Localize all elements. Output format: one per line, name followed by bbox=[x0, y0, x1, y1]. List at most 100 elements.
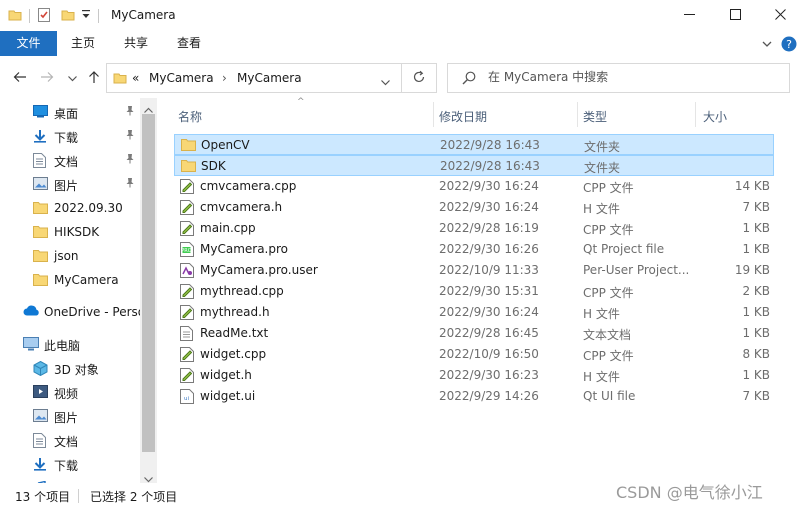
column-header-label: 大小 bbox=[703, 110, 728, 124]
file-size: 1 KB bbox=[742, 326, 770, 340]
refresh-button[interactable] bbox=[401, 63, 437, 93]
file-name: SDK bbox=[201, 159, 226, 173]
file-name: cmvcamera.cpp bbox=[200, 179, 297, 193]
file-row[interactable]: ui widget.ui 2022/9/29 14:26 Qt UI file 7 KB bbox=[174, 386, 774, 407]
file-date: 2022/9/29 14:26 bbox=[439, 389, 539, 403]
file-date: 2022/9/28 16:45 bbox=[439, 326, 539, 340]
chevron-down-icon bbox=[67, 71, 77, 85]
sidebar-item-文档[interactable]: 文档 bbox=[0, 428, 140, 452]
sidebar-item-hiksdk[interactable]: HIKSDK bbox=[0, 220, 140, 244]
sidebar-item-文档[interactable]: 文档 bbox=[0, 148, 140, 172]
file-name: ReadMe.txt bbox=[200, 326, 269, 340]
file-name: cmvcamera.h bbox=[200, 200, 283, 214]
file-row[interactable]: widget.h 2022/9/30 16:23 H 文件 1 KB bbox=[174, 365, 774, 386]
file-date: 2022/9/30 16:24 bbox=[439, 179, 539, 193]
navigation-scrollbar[interactable] bbox=[140, 98, 157, 483]
sidebar-item-图片[interactable]: 图片 bbox=[0, 404, 140, 428]
sidebar-item-label: json bbox=[54, 249, 79, 263]
sidebar-item-onedrive-perso[interactable]: OneDrive - Perso bbox=[0, 300, 145, 324]
breadcrumb-overflow[interactable]: « bbox=[132, 71, 139, 85]
pictures-icon bbox=[33, 177, 48, 191]
search-input[interactable] bbox=[488, 70, 768, 84]
file-row[interactable]: MyCamera.pro.user 2022/10/9 11:33 Per-User… bbox=[174, 260, 774, 281]
sidebar-item-label: 3D 对象 bbox=[54, 363, 99, 377]
sidebar-item-此电脑[interactable]: 此电脑 bbox=[0, 332, 140, 356]
sidebar-item-下载[interactable]: 下载 bbox=[0, 124, 140, 148]
file-row[interactable]: PRO MyCamera.pro 2022/9/30 16:26 Qt Project… bbox=[174, 239, 774, 260]
column-header-size[interactable]: 大小 bbox=[703, 102, 779, 127]
scrollbar-thumb[interactable] bbox=[142, 114, 155, 452]
address-bar[interactable]: « MyCamera › MyCamera bbox=[106, 63, 437, 93]
sidebar-item-视频[interactable]: 视频 bbox=[0, 380, 140, 404]
file-list: ^ 名称 修改日期 类型 大小 OpenCV 2022/9/28 16:43 文件夹… bbox=[157, 97, 803, 483]
file-row[interactable]: SDK 2022/9/28 16:43 文件夹 bbox=[174, 155, 774, 176]
sidebar-item-下载[interactable]: 下载 bbox=[0, 452, 140, 476]
pin-icon[interactable] bbox=[125, 105, 135, 119]
folder-icon bbox=[33, 249, 48, 263]
file-row[interactable]: cmvcamera.cpp 2022/9/30 16:24 CPP 文件 14 KB bbox=[174, 176, 774, 197]
h-file-icon bbox=[180, 368, 194, 383]
file-date: 2022/9/28 16:43 bbox=[440, 138, 540, 152]
file-type: 文本文档 bbox=[583, 328, 632, 342]
this-pc-icon bbox=[23, 337, 39, 351]
column-header-label: 修改日期 bbox=[439, 110, 488, 124]
minimize-button[interactable] bbox=[666, 0, 712, 31]
address-history-dropdown[interactable] bbox=[381, 75, 390, 89]
folder-icon bbox=[113, 71, 127, 88]
tab-view[interactable]: 查看 bbox=[166, 31, 212, 56]
documents-icon bbox=[33, 433, 48, 448]
sidebar-item-mycamera[interactable]: MyCamera bbox=[0, 268, 140, 292]
back-button[interactable] bbox=[11, 69, 29, 87]
pin-icon[interactable] bbox=[125, 177, 135, 191]
new-folder-icon[interactable] bbox=[61, 8, 75, 25]
tab-share[interactable]: 共享 bbox=[113, 31, 159, 56]
sidebar-item-label: 桌面 bbox=[54, 107, 79, 121]
file-name: mythread.cpp bbox=[200, 284, 284, 298]
recent-locations-button[interactable] bbox=[63, 69, 81, 87]
cpp-file-icon bbox=[180, 179, 194, 194]
file-size: 1 KB bbox=[742, 242, 770, 256]
file-row[interactable]: ReadMe.txt 2022/9/28 16:45 文本文档 1 KB bbox=[174, 323, 774, 344]
sidebar-item-音乐[interactable]: 音乐 bbox=[0, 476, 140, 483]
download-icon bbox=[33, 129, 48, 143]
pin-icon[interactable] bbox=[125, 129, 135, 143]
customize-toolbar-icon[interactable] bbox=[81, 9, 91, 24]
breadcrumb-item[interactable]: MyCamera bbox=[149, 71, 214, 85]
maximize-button[interactable] bbox=[712, 0, 758, 31]
forward-button[interactable] bbox=[38, 69, 56, 87]
tab-home[interactable]: 主页 bbox=[60, 31, 106, 56]
file-row[interactable]: OpenCV 2022/9/28 16:43 文件夹 bbox=[174, 134, 774, 155]
pin-icon[interactable] bbox=[125, 153, 135, 167]
file-date: 2022/9/30 16:24 bbox=[439, 305, 539, 319]
file-row[interactable]: main.cpp 2022/9/28 16:19 CPP 文件 1 KB bbox=[174, 218, 774, 239]
column-header-type[interactable]: 类型 bbox=[583, 102, 695, 127]
sidebar-item-3d-对象[interactable]: 3D 对象 bbox=[0, 356, 140, 380]
sidebar-item-json[interactable]: json bbox=[0, 244, 140, 268]
search-box[interactable] bbox=[447, 63, 790, 93]
onedrive-icon bbox=[23, 305, 39, 319]
sidebar-item-图片[interactable]: 图片 bbox=[0, 172, 140, 196]
file-row[interactable]: mythread.h 2022/9/30 16:24 H 文件 1 KB bbox=[174, 302, 774, 323]
breadcrumb-separator-icon[interactable]: › bbox=[222, 71, 227, 85]
file-type: 文件夹 bbox=[584, 161, 621, 175]
file-row[interactable]: cmvcamera.h 2022/9/30 16:24 H 文件 7 KB bbox=[174, 197, 774, 218]
close-button[interactable] bbox=[757, 0, 803, 31]
help-icon[interactable]: ? bbox=[781, 36, 797, 55]
file-name: MyCamera.pro.user bbox=[200, 263, 318, 277]
file-type: Qt Project file bbox=[583, 242, 665, 256]
column-header-date[interactable]: 修改日期 bbox=[439, 102, 577, 127]
file-type: CPP 文件 bbox=[583, 286, 634, 300]
file-row[interactable]: widget.cpp 2022/10/9 16:50 CPP 文件 8 KB bbox=[174, 344, 774, 365]
qt-user-file-icon bbox=[180, 263, 194, 278]
column-header-name[interactable]: 名称 bbox=[178, 102, 433, 127]
scroll-down-icon[interactable] bbox=[144, 472, 153, 486]
up-button[interactable] bbox=[85, 69, 103, 87]
tab-file[interactable]: 文件 bbox=[0, 31, 57, 56]
cpp-file-icon bbox=[180, 284, 194, 299]
breadcrumb-item[interactable]: MyCamera bbox=[237, 71, 302, 85]
file-row[interactable]: mythread.cpp 2022/9/30 15:31 CPP 文件 2 KB bbox=[174, 281, 774, 302]
properties-icon[interactable] bbox=[37, 7, 51, 26]
expand-ribbon-icon[interactable] bbox=[762, 38, 772, 52]
sidebar-item-桌面[interactable]: 桌面 bbox=[0, 100, 140, 124]
sidebar-item-2022-09-30[interactable]: 2022.09.30 bbox=[0, 196, 140, 220]
